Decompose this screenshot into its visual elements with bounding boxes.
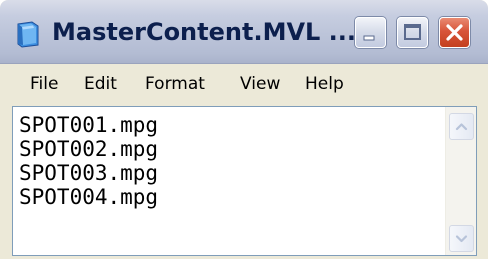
minimize-icon xyxy=(363,35,375,41)
text-area[interactable]: SPOT001.mpg SPOT002.mpg SPOT003.mpg SPOT… xyxy=(13,107,445,255)
menu-file[interactable]: File xyxy=(30,73,58,95)
arrow-down-icon xyxy=(455,235,468,243)
menu-bar: File Edit Format View Help xyxy=(12,66,476,102)
menu-view[interactable]: View xyxy=(240,73,280,95)
arrow-up-icon xyxy=(455,123,468,131)
menu-edit[interactable]: Edit xyxy=(84,73,117,95)
text-line: SPOT004.mpg xyxy=(19,185,159,209)
maximize-icon xyxy=(404,24,421,40)
close-button[interactable] xyxy=(439,17,470,48)
menu-help[interactable]: Help xyxy=(305,73,344,95)
menu-format[interactable]: Format xyxy=(145,73,205,95)
maximize-button[interactable] xyxy=(397,17,428,48)
minimize-button[interactable] xyxy=(355,17,386,48)
text-line: SPOT003.mpg xyxy=(19,161,159,185)
notepad-window: MasterContent.MVL ... File Edit Format V… xyxy=(0,0,488,259)
close-icon xyxy=(446,24,463,41)
text-editor: SPOT001.mpg SPOT002.mpg SPOT003.mpg SPOT… xyxy=(12,106,477,256)
scroll-up-button[interactable] xyxy=(449,113,474,140)
scroll-down-button[interactable] xyxy=(449,225,474,252)
notepad-icon[interactable] xyxy=(14,20,42,48)
title-bar[interactable]: MasterContent.MVL ... xyxy=(0,0,488,64)
window-title: MasterContent.MVL ... xyxy=(52,18,357,46)
text-line: SPOT001.mpg xyxy=(19,113,159,137)
text-line: SPOT002.mpg xyxy=(19,137,159,161)
vertical-scrollbar[interactable] xyxy=(445,107,476,255)
